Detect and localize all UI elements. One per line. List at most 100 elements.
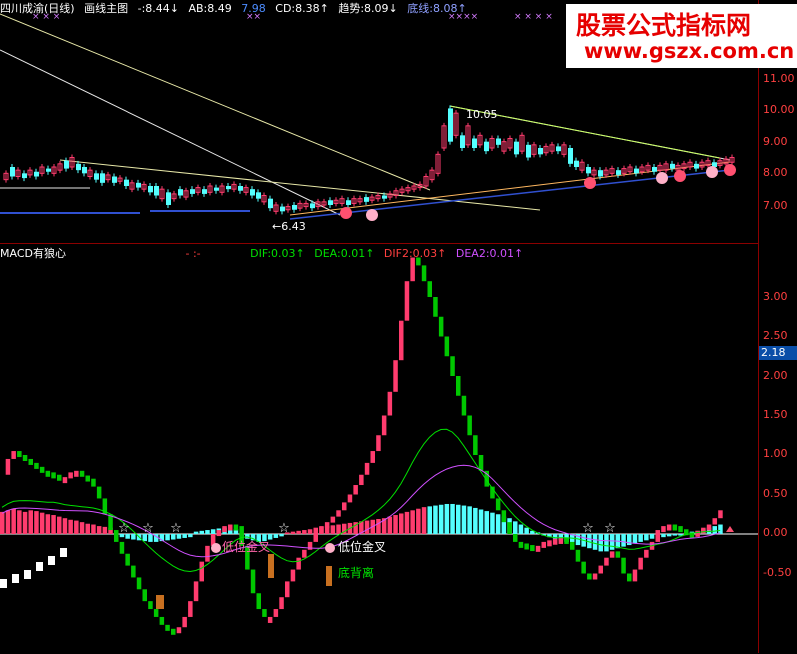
logo-title: 股票公式指标网	[576, 11, 752, 40]
low-marker	[0, 579, 7, 588]
candle-down	[310, 203, 315, 209]
macd-histogram-bar	[524, 527, 529, 534]
macd-histogram-bar	[518, 524, 524, 534]
macd-histogram-bar	[672, 534, 678, 536]
candle-down	[652, 167, 657, 172]
macd-histogram-bar	[609, 534, 615, 550]
dif-step-bar	[387, 391, 393, 416]
macd-histogram-bar	[467, 506, 472, 534]
macd-histogram-bar	[438, 504, 444, 534]
macd-histogram-bar	[51, 515, 56, 534]
macd-chart-svg[interactable]: ☆ ☆ ☆ ☆ ☆ ☆	[0, 244, 758, 654]
right-axis: 11.00 10.00 9.00 8.00 7.00 3.00 2.50 2.0…	[758, 0, 797, 653]
dif-step-bar	[342, 502, 347, 511]
macd-histogram-bar	[364, 520, 370, 534]
macd-histogram-bar	[17, 510, 22, 534]
dif-step-bar	[222, 526, 227, 533]
macd-histogram-bar	[387, 516, 393, 534]
dif-step-bar	[450, 356, 455, 376]
candle-down	[328, 200, 333, 205]
candle-down	[556, 146, 561, 152]
dif-step-bar	[495, 498, 501, 511]
macd-histogram-bar	[421, 507, 427, 534]
dif-step-bar	[359, 474, 364, 486]
dif-step-bar	[444, 336, 450, 357]
dif-step-bar	[28, 458, 33, 465]
macd-histogram-bar	[495, 514, 501, 534]
candle-down	[346, 200, 351, 205]
macd-histogram-bar	[5, 510, 11, 534]
candle-down	[670, 163, 675, 169]
candle-down	[280, 206, 285, 212]
dif-step-bar	[501, 510, 507, 523]
bottom-divergence-label: 底背离	[338, 566, 375, 580]
dif-step-bar	[421, 265, 427, 282]
dif-step-bar	[51, 472, 56, 479]
macd-histogram-bar	[666, 534, 672, 537]
dif-step-bar	[228, 524, 233, 531]
macd-histogram-bar	[34, 511, 39, 534]
dif-step-bar	[518, 541, 524, 548]
dif-step-bar	[313, 534, 318, 542]
candle-down	[616, 170, 621, 175]
macd-histogram-bar	[450, 503, 455, 534]
dif-step-bar	[250, 569, 256, 594]
dif-step-bar	[279, 597, 284, 610]
macd-tick: 0.00	[763, 526, 788, 539]
dif-step-bar	[182, 616, 187, 628]
signal-marks-mid: ××	[246, 12, 262, 22]
dif-step-bar	[125, 553, 130, 566]
dif-step-bar	[461, 395, 467, 416]
dif-step-bar	[39, 466, 45, 473]
macd-histogram-bar	[404, 511, 410, 534]
dif-step-bar	[364, 462, 370, 475]
candle-down	[514, 141, 519, 155]
dif-step-bar	[672, 524, 678, 531]
macd-histogram-bar	[399, 513, 404, 534]
star-marker: ☆	[278, 521, 290, 536]
dif-step-bar	[324, 522, 330, 529]
dif-step-bar	[68, 472, 73, 479]
macd-histogram-bar	[592, 534, 598, 550]
candle-down	[598, 170, 603, 177]
signal-dot	[340, 207, 352, 219]
candle-down	[268, 198, 273, 209]
dif-step-bar	[604, 557, 609, 566]
price-header: 四川成渝(日线) 画线主图 -:8.44↓ AB:8.49 7.98 CD:8.…	[0, 0, 473, 16]
dif-step-bar	[456, 376, 461, 396]
dif-step-bar	[433, 297, 438, 317]
macd-histogram-bar	[102, 526, 108, 534]
macd-histogram-bar	[39, 512, 45, 534]
macd-histogram-bar	[478, 509, 484, 534]
candle-down	[112, 176, 117, 183]
macd-histogram-bar	[22, 511, 28, 534]
dif-step-bar	[153, 609, 159, 617]
star-marker: ☆	[604, 521, 616, 536]
macd-histogram-bar	[188, 534, 193, 538]
ab-value: AB:8.49	[188, 2, 232, 15]
dif-step-bar	[706, 524, 712, 531]
dif-step-bar	[11, 451, 16, 459]
dif-step-bar	[478, 455, 484, 471]
macd-histogram-bar	[461, 505, 467, 534]
dif-step-bar	[661, 526, 666, 533]
macd-histogram-bar	[644, 534, 649, 541]
dif-step-bar	[17, 451, 22, 458]
candle-down	[694, 163, 699, 169]
dif-step-bar	[678, 526, 683, 533]
dif-step-bar	[91, 478, 96, 487]
candle-down	[76, 163, 81, 171]
macd-histogram-bar	[330, 525, 336, 534]
dif-step-bar	[513, 534, 518, 542]
macd-chart-panel[interactable]: ☆ ☆ ☆ ☆ ☆ ☆	[0, 243, 758, 654]
dif-step-bar	[34, 462, 39, 469]
dif-step-bar	[171, 628, 176, 635]
dif-step-bar	[273, 609, 279, 617]
candle-down	[496, 138, 501, 145]
candle-down	[364, 197, 369, 202]
signal-dot	[706, 166, 718, 178]
dif-step-bar	[119, 541, 125, 554]
macd-histogram-bar	[199, 530, 204, 534]
candle-down	[46, 168, 51, 172]
macd-histogram-bar	[193, 531, 199, 534]
